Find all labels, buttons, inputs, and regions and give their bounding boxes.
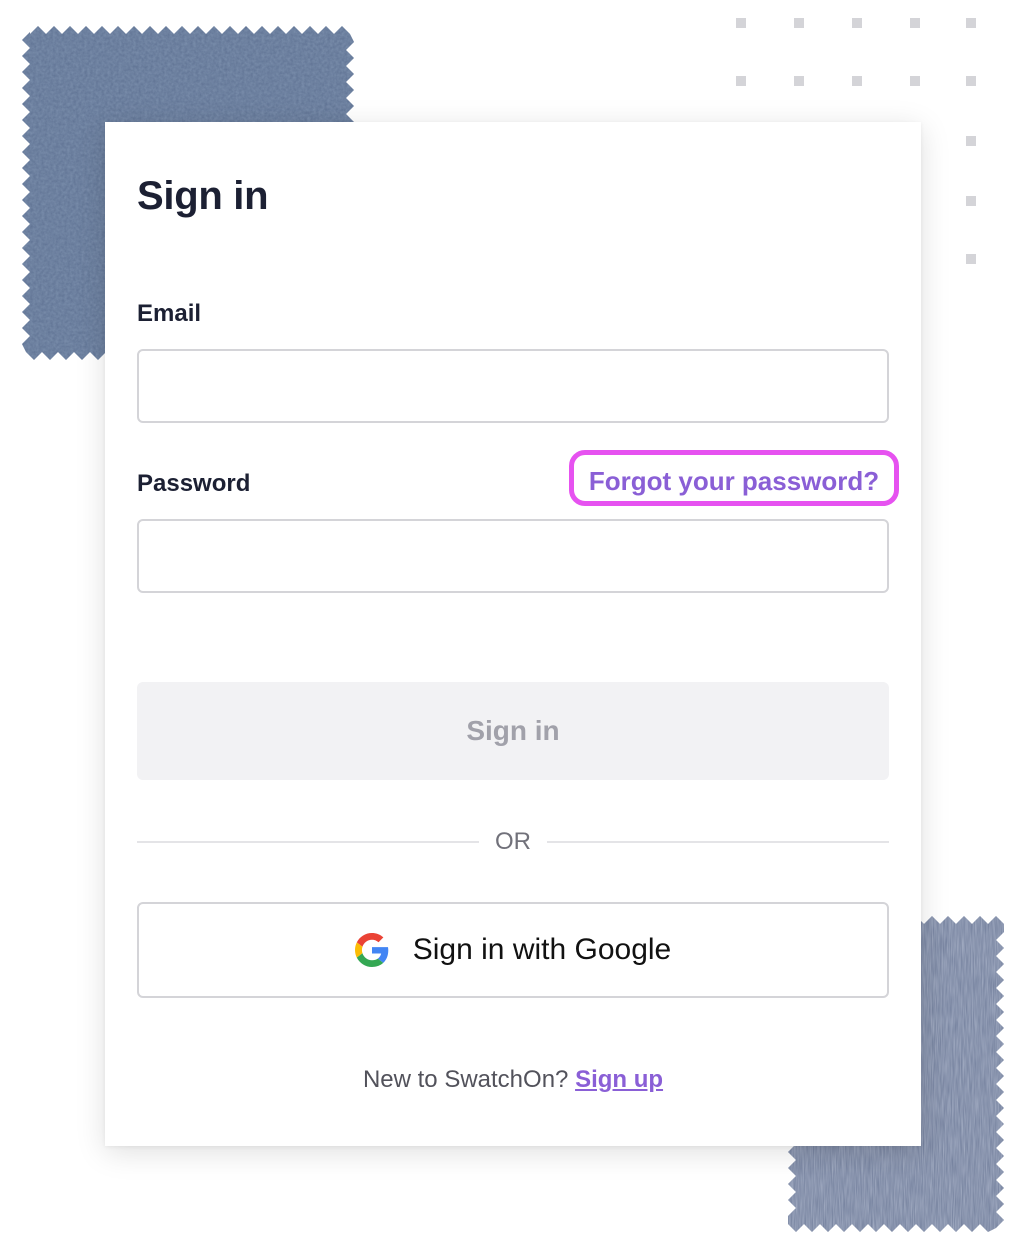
- email-field[interactable]: [137, 349, 889, 423]
- forgot-password-link[interactable]: Forgot your password?: [574, 466, 894, 497]
- grid-dot: [966, 76, 976, 86]
- sign-in-page: Sign in Email Password Forgot your passw…: [0, 0, 1020, 1242]
- or-divider: OR: [137, 826, 889, 856]
- divider-line-right: [547, 841, 889, 843]
- grid-dot: [910, 18, 920, 28]
- grid-dot: [852, 18, 862, 28]
- signup-prompt: New to SwatchOn? Sign up: [105, 1066, 921, 1094]
- grid-dot: [966, 136, 976, 146]
- grid-dot: [794, 76, 804, 86]
- grid-dot: [736, 18, 746, 28]
- sign-in-card: Sign in Email Password Forgot your passw…: [105, 122, 921, 1146]
- sign-up-link[interactable]: Sign up: [575, 1066, 663, 1093]
- grid-dot: [966, 254, 976, 264]
- grid-dot: [910, 76, 920, 86]
- grid-dot: [794, 18, 804, 28]
- sign-in-button[interactable]: Sign in: [137, 682, 889, 780]
- grid-dot: [966, 196, 976, 206]
- google-button-label: Sign in with Google: [412, 933, 672, 966]
- forgot-password-highlight: Forgot your password?: [569, 450, 899, 506]
- google-sign-in-button[interactable]: Sign in with Google: [137, 902, 889, 998]
- password-field[interactable]: [137, 519, 889, 593]
- password-label: Password: [137, 470, 251, 497]
- email-label: Email: [137, 300, 202, 327]
- grid-dot: [966, 18, 976, 28]
- grid-dot: [736, 76, 746, 86]
- page-title: Sign in: [137, 174, 269, 218]
- grid-dot: [852, 76, 862, 86]
- google-icon: [354, 933, 389, 967]
- signup-prompt-text: New to SwatchOn?: [362, 1066, 569, 1093]
